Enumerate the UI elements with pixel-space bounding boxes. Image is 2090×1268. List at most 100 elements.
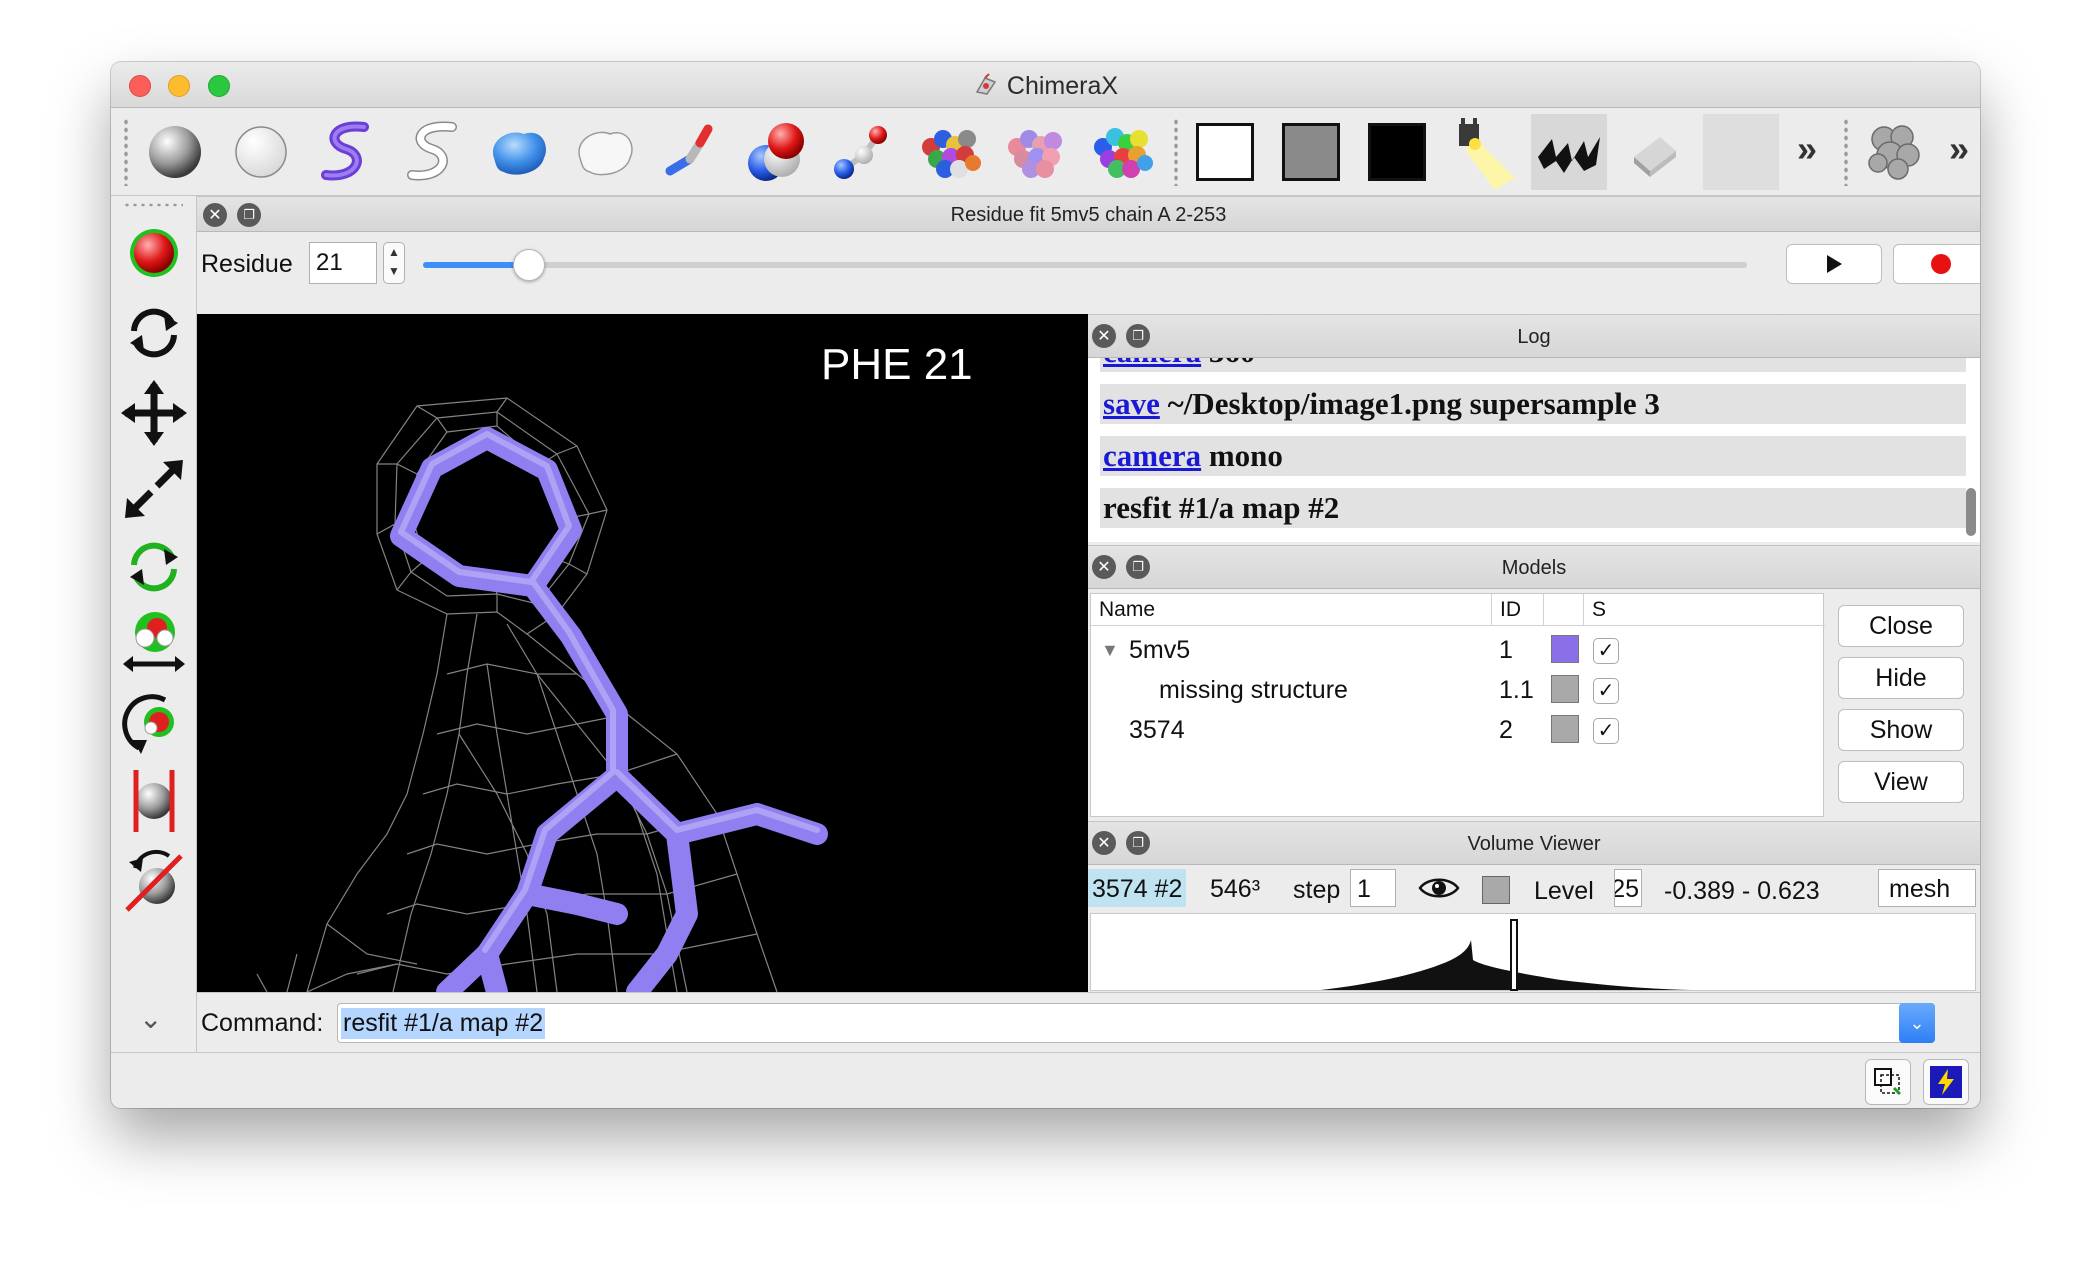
toolbar-grip[interactable]: [123, 202, 183, 208]
toolbar-grip[interactable]: [1843, 118, 1849, 186]
more-chevron-icon[interactable]: »: [1797, 128, 1817, 170]
model-name: 3574: [1129, 716, 1185, 744]
surface-outline-icon[interactable]: [567, 114, 643, 190]
command-label: Command:: [201, 1009, 324, 1037]
window-title: ChimeraX: [111, 72, 1980, 101]
log-scrollbar[interactable]: [1966, 488, 1976, 536]
level-label: Level: [1534, 877, 1594, 905]
models-panel: Name ID S ▼ 5mv5 1 ✓ missing structure 1…: [1088, 589, 1980, 819]
volume-name[interactable]: 3574 #2: [1088, 869, 1187, 907]
ball-and-stick-icon[interactable]: [825, 114, 901, 190]
level-field[interactable]: 25: [1614, 869, 1642, 907]
model-shown-checkbox[interactable]: ✓: [1593, 678, 1619, 704]
log-line: save ~/Desktop/image1.png supersample 3: [1100, 384, 1966, 424]
model-color-swatch[interactable]: [1551, 635, 1579, 663]
quick-action-button[interactable]: [1923, 1059, 1969, 1105]
lightning-icon: [1930, 1066, 1962, 1098]
column-header-id[interactable]: ID: [1491, 594, 1543, 626]
residue-stepper[interactable]: ▲ ▼: [383, 242, 405, 284]
step-select[interactable]: 1: [1350, 869, 1396, 907]
play-button[interactable]: [1786, 244, 1882, 284]
log-command-link[interactable]: camera: [1103, 358, 1201, 369]
rotate-atoms-icon[interactable]: [119, 688, 189, 758]
blank-icon[interactable]: [1703, 114, 1779, 190]
record-button[interactable]: [1893, 244, 1980, 284]
column-header-name[interactable]: Name: [1091, 594, 1491, 626]
volume-viewer-header: ✕ ❐ Volume Viewer: [1088, 821, 1980, 865]
chimerax-app-icon: [975, 73, 997, 95]
model-id: 1: [1499, 636, 1513, 664]
log-content[interactable]: camera 360 save ~/Desktop/image1.png sup…: [1088, 358, 1980, 542]
view-model-button[interactable]: View: [1838, 761, 1964, 803]
log-header: ✕ ❐ Log: [1088, 314, 1980, 358]
model-row[interactable]: 3574 2 ✓: [1091, 710, 1823, 750]
gray-background-icon[interactable]: [1273, 114, 1349, 190]
residue-slider[interactable]: [423, 249, 1747, 281]
stick-icon[interactable]: [653, 114, 729, 190]
toolbar-grip[interactable]: [123, 118, 129, 186]
volume-color-swatch[interactable]: [1482, 876, 1510, 904]
toolbar-grip[interactable]: [1173, 118, 1179, 186]
move-atoms-icon[interactable]: [119, 608, 189, 678]
residue-fit-header: ✕ ❐ Residue fit 5mv5 chain A 2-253: [197, 196, 1980, 232]
models-header: ✕ ❐ Models: [1088, 545, 1980, 589]
column-header-color[interactable]: [1543, 594, 1583, 626]
selection-box-icon: [1874, 1068, 1902, 1096]
silhouette-icon[interactable]: [1531, 114, 1607, 190]
close-model-button[interactable]: Close: [1838, 605, 1964, 647]
model-row[interactable]: ▼ 5mv5 1 ✓: [1091, 630, 1823, 670]
style-menu[interactable]: mesh: [1878, 869, 1976, 907]
volume-controls: 3574 #2 546³ step 1 Level 25 -0.389 - 0.…: [1088, 865, 1980, 913]
volume-histogram[interactable]: [1090, 913, 1976, 991]
molecule-surface-icon[interactable]: [1857, 114, 1933, 190]
zoom-mode-icon[interactable]: [119, 454, 189, 524]
log-args: ~/Desktop/image1.png supersample 3: [1167, 386, 1660, 421]
log-args: resfit #1/a map #2: [1103, 490, 1340, 525]
model-color-swatch[interactable]: [1551, 715, 1579, 743]
flat-shading-icon[interactable]: [1617, 114, 1693, 190]
expand-triangle-icon[interactable]: ▼: [1101, 640, 1119, 661]
command-input[interactable]: resfit #1/a map #2 ⌄: [337, 1003, 1935, 1043]
rotate-selected-icon[interactable]: [119, 532, 189, 602]
show-model-button[interactable]: Show: [1838, 709, 1964, 751]
rotate-mode-icon[interactable]: [119, 298, 189, 368]
log-command-link[interactable]: save: [1103, 386, 1160, 421]
log-command-link[interactable]: camera: [1103, 438, 1201, 473]
command-history-dropdown[interactable]: ⌄: [1899, 1003, 1935, 1043]
model-shown-checkbox[interactable]: ✓: [1593, 718, 1619, 744]
residue-controls: Residue 21 ▲ ▼: [197, 232, 1980, 298]
lighting-icon[interactable]: [1445, 114, 1521, 190]
eye-icon[interactable]: [1418, 875, 1460, 908]
clip-planes-icon[interactable]: [119, 766, 189, 836]
model-color-swatch[interactable]: [1551, 675, 1579, 703]
black-background-icon[interactable]: [1359, 114, 1435, 190]
clip-rotate-icon[interactable]: [119, 846, 189, 916]
residue-number-field[interactable]: 21: [309, 242, 377, 284]
surface-blue-icon[interactable]: [481, 114, 557, 190]
more-modes-chevron-icon[interactable]: ⌄: [139, 1002, 162, 1035]
atoms-rainbow-icon[interactable]: [1083, 114, 1159, 190]
sphere-ball-red-icon[interactable]: [739, 114, 815, 190]
select-mode-icon[interactable]: [119, 218, 189, 288]
more-chevron-icon[interactable]: »: [1949, 128, 1969, 170]
sphere-outline-icon[interactable]: [223, 114, 299, 190]
translate-mode-icon[interactable]: [119, 378, 189, 448]
slider-thumb[interactable]: [513, 249, 545, 281]
white-background-icon[interactable]: [1187, 114, 1263, 190]
model-row[interactable]: missing structure 1.1 ✓: [1091, 670, 1823, 710]
atoms-hetero-icon[interactable]: [911, 114, 987, 190]
residue-label: Residue: [201, 250, 293, 278]
atoms-pink-icon[interactable]: [997, 114, 1073, 190]
log-line: camera mono: [1100, 436, 1966, 476]
column-header-shown[interactable]: S: [1583, 594, 1825, 626]
ribbon-purple-icon[interactable]: [309, 114, 385, 190]
density-mesh: [256, 397, 828, 992]
status-bar: [111, 1052, 1980, 1108]
model-id: 2: [1499, 716, 1513, 744]
hide-model-button[interactable]: Hide: [1838, 657, 1964, 699]
model-shown-checkbox[interactable]: ✓: [1593, 638, 1619, 664]
ribbon-outline-icon[interactable]: [395, 114, 471, 190]
sphere-gray-icon[interactable]: [137, 114, 213, 190]
graphics-viewport[interactable]: PHE 21: [197, 314, 1088, 992]
select-inspector-button[interactable]: [1865, 1059, 1911, 1105]
